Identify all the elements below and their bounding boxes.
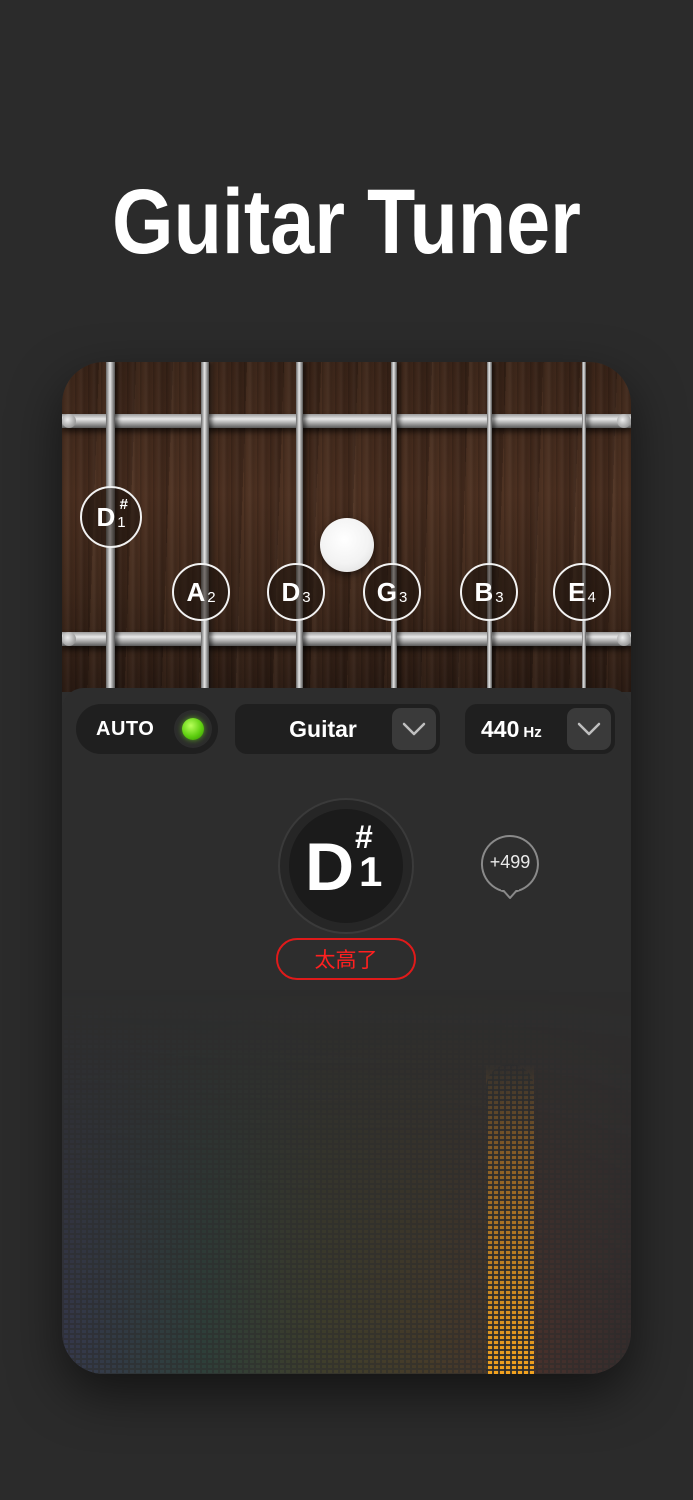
instrument-label: Guitar [289, 715, 357, 742]
led-indicator-icon [182, 718, 204, 740]
reference-pitch-select[interactable]: 440 Hz [465, 704, 615, 754]
string-note-octave: 3 [495, 588, 504, 606]
reference-hz-unit: Hz [523, 723, 542, 741]
tuner-app-card: D 1 # A 2 D 3 G 3 B 3 E 4 AUTO Guitar 44… [62, 362, 631, 1374]
chevron-down-icon [577, 722, 601, 736]
pluck-indicator [320, 518, 374, 572]
cents-offset-value: +499 [489, 852, 531, 872]
fret-cap [617, 414, 631, 428]
string-note-button[interactable]: D 3 [267, 563, 325, 621]
chevron-down-icon [402, 722, 426, 736]
guitar-string-5 [201, 362, 209, 692]
auto-led-housing [174, 710, 212, 748]
guitar-string-4 [296, 362, 303, 692]
fret-cap [617, 632, 631, 646]
instrument-dropdown-button[interactable] [392, 708, 436, 750]
string-note-octave: 2 [207, 588, 216, 606]
fretboard: D 1 # A 2 D 3 G 3 B 3 E 4 [62, 362, 631, 692]
string-note-octave: 3 [302, 588, 311, 606]
string-note-letter: E [568, 577, 586, 607]
auto-mode-toggle[interactable]: AUTO [76, 704, 218, 754]
current-note-octave: 1 [359, 848, 383, 895]
string-note-octave: 4 [587, 588, 596, 606]
pitch-spectrum-visualizer [62, 988, 631, 1374]
string-note-letter: D [281, 577, 301, 607]
tuner-panel: AUTO Guitar 440 Hz D # 1 +499 太高了 [62, 688, 631, 1374]
string-note-button[interactable]: G 3 [363, 563, 421, 621]
instrument-select[interactable]: Guitar [235, 704, 440, 754]
string-note-letter: B [474, 577, 494, 607]
fret-bottom [62, 632, 631, 646]
detected-note-letter: D [96, 502, 116, 532]
current-note-letter: D [305, 829, 355, 905]
page-headline: Guitar Tuner [112, 171, 581, 273]
detected-note-marker: D 1 # [80, 486, 142, 548]
string-note-octave: 3 [398, 588, 408, 606]
detected-note-sharp: # [119, 496, 128, 513]
fret-cap [62, 632, 76, 646]
string-note-button[interactable]: E 4 [553, 563, 611, 621]
tuning-status-badge: 太高了 [276, 938, 416, 980]
cents-offset-bubble: +499 [480, 834, 540, 899]
guitar-string-2 [487, 362, 492, 692]
guitar-string-1 [582, 362, 586, 692]
guitar-string-3 [391, 362, 397, 692]
current-note-face: D # 1 [289, 809, 403, 923]
string-note-letter: A [186, 577, 206, 607]
spectrum-peak-bar-grid [486, 1064, 534, 1374]
fret-cap [62, 414, 76, 428]
current-note-display: D # 1 [278, 798, 414, 934]
string-note-button[interactable]: A 2 [172, 563, 230, 621]
fret-top [62, 414, 631, 428]
reference-hz-number: 440 [481, 715, 520, 742]
spectrum-grid [62, 988, 631, 1374]
string-note-button[interactable]: B 3 [460, 563, 518, 621]
reference-pitch-dropdown-button[interactable] [567, 708, 611, 750]
detected-note-octave: 1 [117, 513, 126, 531]
auto-label: AUTO [96, 717, 155, 740]
reference-pitch-value: 440 Hz [481, 716, 542, 743]
string-note-letter: G [376, 577, 397, 607]
